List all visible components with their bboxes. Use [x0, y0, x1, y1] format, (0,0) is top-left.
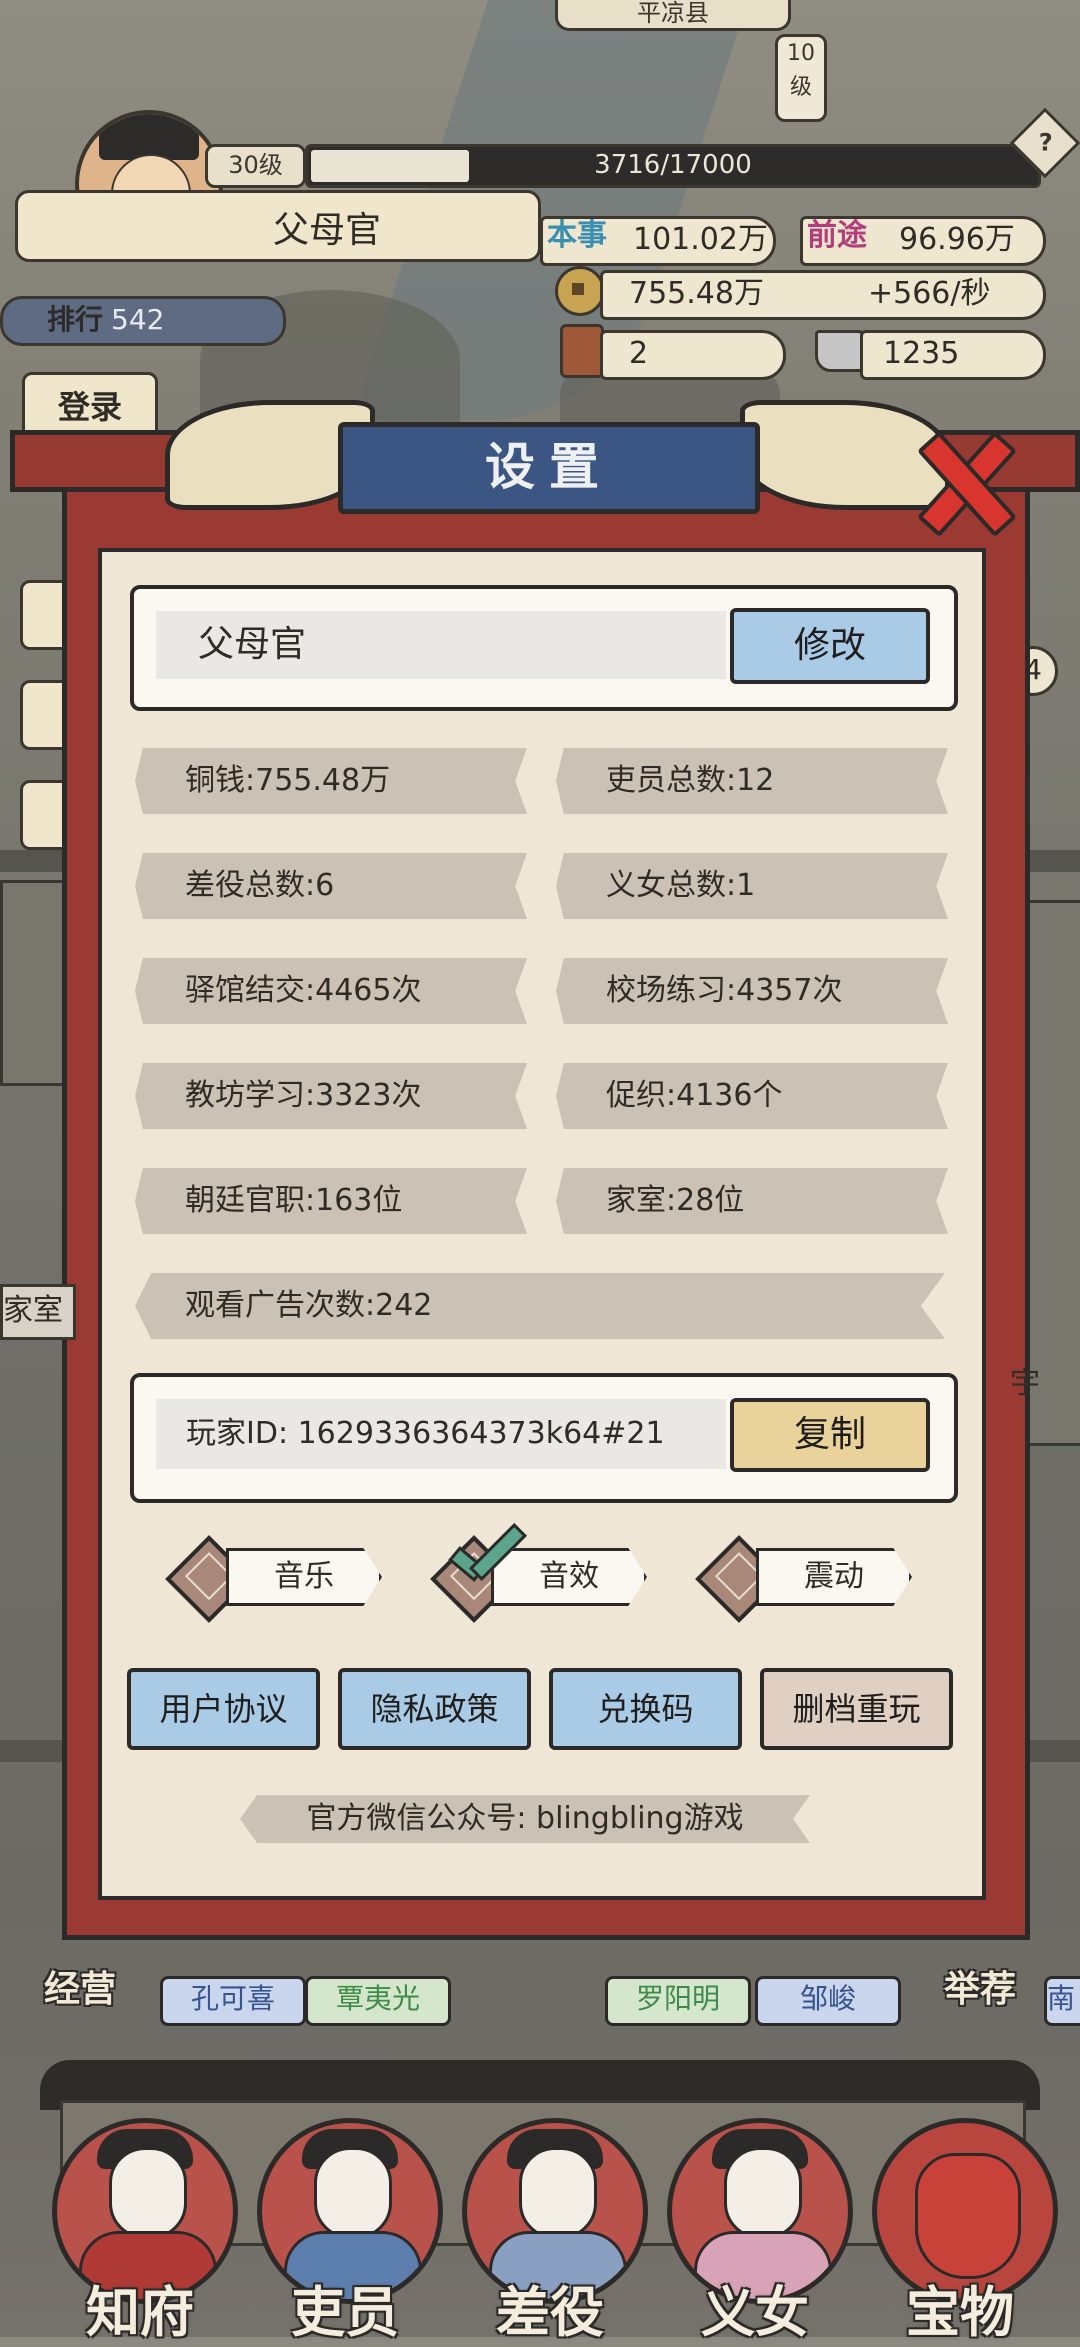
edge-label-left: 家室 [0, 1284, 76, 1340]
clerk-chip[interactable]: 邹峻 [755, 1976, 901, 2026]
stat-cricket: 促织:4136个 [556, 1063, 948, 1129]
reset-game-button[interactable]: 删档重玩 [760, 1668, 953, 1750]
ranking-label: 排行 [47, 303, 104, 336]
future-label: 前途 [807, 218, 867, 253]
exp-text: 3716/17000 [594, 150, 752, 180]
redeem-code-button[interactable]: 兑换码 [549, 1668, 742, 1750]
coin-icon [555, 266, 605, 316]
stat-officials: 朝廷官职:163位 [135, 1168, 527, 1234]
nav-clerks[interactable]: 吏员 [245, 2118, 445, 2344]
name-value: 父母官 [198, 624, 307, 665]
skill-stat[interactable]: 本事 101.02万 [540, 216, 776, 266]
copy-button[interactable]: 复制 [730, 1398, 930, 1472]
head [109, 2147, 187, 2239]
stat-daughters: 义女总数:1 [556, 853, 948, 919]
head [314, 2147, 392, 2239]
music-label: 音乐 [226, 1548, 382, 1606]
music-toggle[interactable]: 音乐 [165, 1535, 382, 1623]
checkmark-icon [440, 1525, 530, 1595]
ranking-value: 542 [111, 303, 165, 336]
nav-label: 宝物 [906, 2281, 1014, 2344]
nav-label: 义女 [701, 2281, 809, 2344]
head [519, 2147, 597, 2239]
coins-value: 755.48万 [629, 276, 764, 311]
stat-runners: 差役总数:6 [135, 853, 527, 919]
future-stat[interactable]: 前途 96.96万 [800, 216, 1046, 266]
nav-daughters[interactable]: 义女 [655, 2118, 855, 2344]
bag [915, 2153, 1021, 2279]
stat-study: 教坊学习:3323次 [135, 1063, 527, 1129]
stat-inn: 驿馆结交:4465次 [135, 958, 527, 1024]
stat-family: 家室:28位 [556, 1168, 948, 1234]
skill-value: 101.02万 [633, 222, 768, 257]
future-value: 96.96万 [899, 222, 1015, 257]
skill-label: 本事 [547, 218, 607, 253]
stat-copper: 铜钱:755.48万 [135, 748, 527, 814]
coins-stat[interactable]: 755.48万 +566/秒 [600, 270, 1046, 320]
player-id: 玩家ID: 1629336364373k64#21 [186, 1416, 665, 1451]
stat-clerks: 吏员总数:12 [556, 748, 948, 814]
nav-label: 差役 [496, 2281, 604, 2344]
silver-value: 1235 [883, 336, 960, 371]
ranking-button[interactable]: 排行 542 [0, 296, 286, 346]
player-title-plate[interactable]: 父母官 [15, 190, 541, 262]
nav-label: 知府 [86, 2281, 194, 2344]
clerk-chip[interactable]: 罗阳明 [605, 1976, 751, 2026]
edge-label-right: 宇 [1010, 1366, 1040, 1401]
coins-rate: +566/秒 [868, 276, 991, 311]
settings-title: 设置 [485, 438, 613, 496]
modify-button[interactable]: 修改 [730, 608, 930, 684]
nav-label: 吏员 [291, 2281, 399, 2344]
silver-stat[interactable]: 1235 [860, 330, 1046, 380]
recommend-tag[interactable]: 举荐 [920, 1960, 1040, 2020]
official-hat [99, 114, 199, 160]
close-icon[interactable] [910, 430, 1010, 526]
county-name[interactable]: 平凉县 [555, 0, 791, 31]
county-level-badge: 10 级 [775, 34, 827, 122]
help-icon: ? [1038, 128, 1053, 157]
token-value: 2 [629, 336, 649, 371]
token-stat[interactable]: 2 [600, 330, 786, 380]
clerk-chip[interactable]: 覃夷光 [305, 1976, 451, 2026]
player-title: 父母官 [273, 210, 382, 251]
business-tag[interactable]: 经营 [10, 1960, 150, 2020]
stat-training: 校场练习:4357次 [556, 958, 948, 1024]
player-level: 30级 [205, 144, 306, 188]
user-agreement-button[interactable]: 用户协议 [127, 1668, 320, 1750]
clerk-chip[interactable]: 孔可喜 [160, 1976, 306, 2026]
stat-ad-count: 观看广告次数:242 [135, 1273, 945, 1339]
nav-prefect[interactable]: 知府 [40, 2118, 240, 2344]
nav-runners[interactable]: 差役 [450, 2118, 650, 2344]
vibration-toggle[interactable]: 震动 [695, 1535, 912, 1623]
head [724, 2147, 802, 2239]
vibration-label: 震动 [756, 1548, 912, 1606]
nav-treasures[interactable]: 宝物 [860, 2118, 1060, 2344]
privacy-policy-button[interactable]: 隐私政策 [338, 1668, 531, 1750]
settings-title-plate: 设置 [338, 422, 760, 514]
token-icon [560, 324, 604, 378]
edge-right-tag[interactable]: 南 [1044, 1976, 1080, 2026]
wechat-official-account: 官方微信公众号: blingbling游戏 [240, 1795, 810, 1843]
